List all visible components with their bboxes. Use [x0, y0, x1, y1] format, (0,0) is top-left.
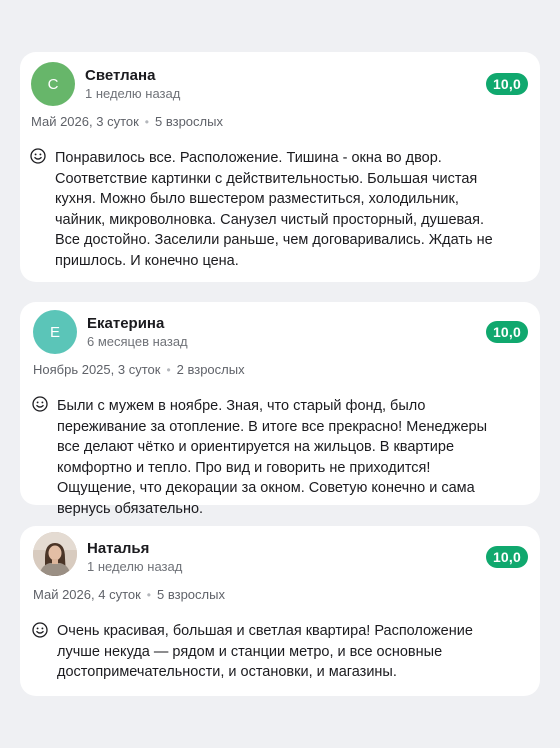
review-text: Были с мужем в ноябре. Зная, что старый … [57, 398, 488, 517]
stay-info: Май 2026, 3 суток • 5 взрослых [31, 114, 223, 129]
smile-icon [32, 622, 48, 638]
review-date: 6 месяцев назад [87, 334, 188, 349]
review-text: Очень красивая, большая и светлая кварти… [57, 623, 473, 680]
avatar-initial: С [47, 75, 59, 93]
review-date: 1 неделю назад [85, 86, 181, 101]
reviewer-name: Екатерина [87, 315, 165, 332]
separator-dot: • [166, 363, 171, 377]
review-card: С Светлана 1 неделю назад 10,0 Май 2026,… [20, 52, 540, 282]
separator-dot: • [146, 588, 151, 602]
stay-dates: Ноябрь 2025, 3 суток [33, 362, 161, 377]
score-badge: 10,0 [485, 546, 528, 568]
user-photo [33, 532, 77, 576]
score-badge: 10,0 [485, 321, 528, 343]
review-text: Понравилось все. Расположение. Тишина - … [55, 150, 493, 269]
stay-dates: Май 2026, 4 суток [33, 587, 141, 602]
stay-guests: 2 взрослых [176, 362, 245, 377]
reviewer-name: Наталья [87, 540, 150, 557]
review-card: Е Екатерина 6 месяцев назад 10,0 Ноябрь … [20, 302, 540, 517]
avatar: Е [33, 310, 77, 354]
review-date: 1 неделю назад [87, 559, 183, 574]
stay-guests: 5 взрослых [157, 587, 225, 602]
avatar: С [31, 62, 75, 106]
stay-info: Май 2026, 4 суток • 5 взрослых [33, 587, 225, 602]
review-card: Наталья 1 неделю назад 10,0 Май 2026, 4 … [20, 526, 540, 696]
avatar [33, 532, 77, 576]
stay-guests: 5 взрослых [155, 114, 223, 129]
reviewer-name: Светлана [85, 67, 156, 84]
stay-info: Ноябрь 2025, 3 суток • 2 взрослых [33, 362, 245, 377]
stay-dates: Май 2026, 3 суток [31, 114, 139, 129]
avatar-initial: Е [49, 323, 60, 341]
smile-icon [32, 396, 48, 412]
smile-icon [30, 148, 46, 164]
separator-dot: • [144, 115, 149, 129]
score-badge: 10,0 [485, 73, 528, 95]
